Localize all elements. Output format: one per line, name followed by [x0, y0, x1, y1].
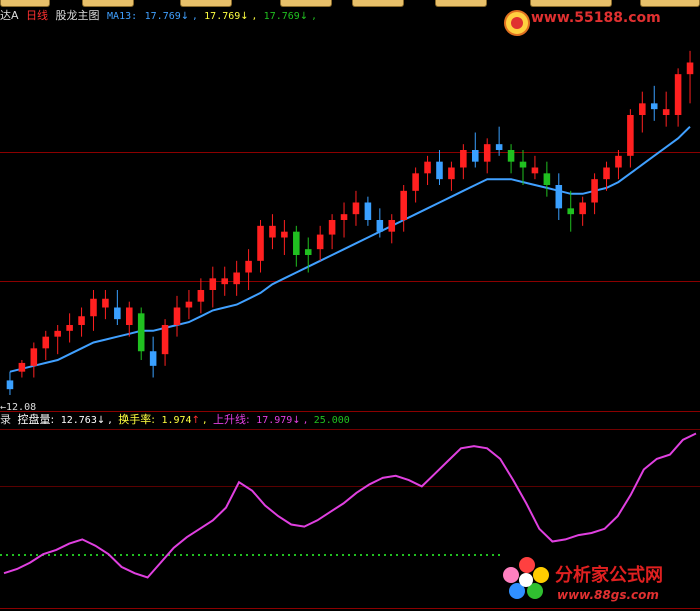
- hs-label: 换手率:: [118, 413, 155, 426]
- candle-body: [42, 336, 50, 349]
- candle-body: [328, 220, 336, 235]
- candle-body: [114, 307, 121, 320]
- candle-body: [281, 231, 288, 238]
- ma-line: [9, 125, 691, 373]
- candle-body: [627, 115, 634, 156]
- kp-value: 12.763: [60, 415, 97, 426]
- candle-body: [495, 144, 503, 150]
- candle-body: [376, 220, 384, 232]
- candle-body: [674, 74, 682, 115]
- candle-body: [543, 173, 551, 185]
- up-label: 上升线:: [212, 413, 250, 426]
- candle-body: [460, 150, 467, 168]
- candle-body: [412, 173, 419, 191]
- candle-body: [400, 190, 407, 220]
- kp-label: 控盘量:: [17, 413, 55, 426]
- candle-body: [662, 109, 670, 115]
- candle-body: [102, 298, 109, 308]
- watermark-title: 分析家公式网: [555, 565, 663, 586]
- candle-body: [531, 167, 539, 174]
- candle-body: [149, 351, 157, 366]
- candle-body: [471, 150, 479, 162]
- candle-body: [603, 167, 610, 180]
- candle-body: [555, 185, 563, 209]
- candle-body: [66, 325, 73, 331]
- candle-body: [483, 144, 491, 162]
- candle-body: [78, 316, 85, 325]
- candle-body: [591, 179, 598, 203]
- candle-body: [448, 167, 455, 180]
- candle-body: [54, 330, 61, 337]
- sub-chart-header: 录 控盘量: 12.763↓, 换手率: 1.974↑, 上升线: 17.979…: [0, 413, 350, 426]
- candle-body: [185, 301, 193, 308]
- candle-body: [197, 290, 205, 302]
- kp-arrow: ↓: [96, 415, 106, 426]
- candle-body: [650, 103, 658, 110]
- candle-body: [245, 260, 252, 273]
- candle-body: [293, 231, 300, 255]
- candle-body: [686, 62, 694, 75]
- candle-body: [424, 161, 431, 174]
- candle-body: [137, 313, 145, 352]
- level-value: 25.000: [313, 415, 350, 426]
- hs-value: 1.974: [161, 415, 192, 426]
- watermark-flower-icon: [503, 557, 549, 599]
- candle-body: [567, 208, 575, 215]
- candle-body: [352, 202, 360, 215]
- up-arrow: ↓: [292, 415, 301, 426]
- candle-body: [388, 220, 396, 232]
- candle-body: [579, 202, 586, 215]
- candle-body: [173, 307, 181, 325]
- candle-body: [639, 103, 646, 115]
- candle-body: [30, 348, 38, 366]
- candle-body: [221, 278, 229, 285]
- hs-arrow: ↑: [191, 415, 200, 426]
- candle-body: [316, 234, 324, 250]
- candle-body: [507, 150, 515, 162]
- candle-body: [18, 362, 26, 372]
- candle-body: [304, 249, 312, 255]
- candle-body: [340, 214, 348, 220]
- kline-chart[interactable]: [0, 0, 700, 611]
- candle-body: [90, 298, 97, 317]
- candle-body: [519, 161, 527, 168]
- candle-body: [233, 272, 240, 285]
- candle-body: [257, 225, 264, 261]
- candle-body: [125, 307, 133, 325]
- up-value: 17.979: [256, 415, 293, 426]
- watermark-url: www.88gs.com: [557, 588, 659, 602]
- candle-body: [161, 325, 169, 355]
- candle-body: [6, 380, 14, 390]
- candle-body: [436, 161, 443, 180]
- sub-prefix: 录: [0, 413, 11, 426]
- candle-body: [209, 278, 217, 290]
- candle-body: [269, 225, 276, 238]
- candle-body: [615, 155, 622, 168]
- candle-body: [364, 202, 372, 220]
